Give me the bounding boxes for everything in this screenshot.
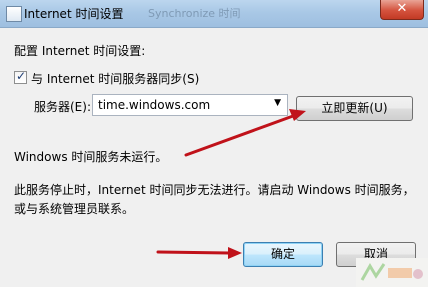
- internet-time-settings-dialog: Internet 时间设置 Synchronize 时间 ✕ 配置 Intern…: [0, 0, 428, 287]
- arrow-to-ok-button: [156, 247, 242, 259]
- annotation-arrows: [156, 109, 306, 259]
- watermark-logo: [356, 258, 428, 287]
- arrow-to-update-button: [184, 109, 306, 157]
